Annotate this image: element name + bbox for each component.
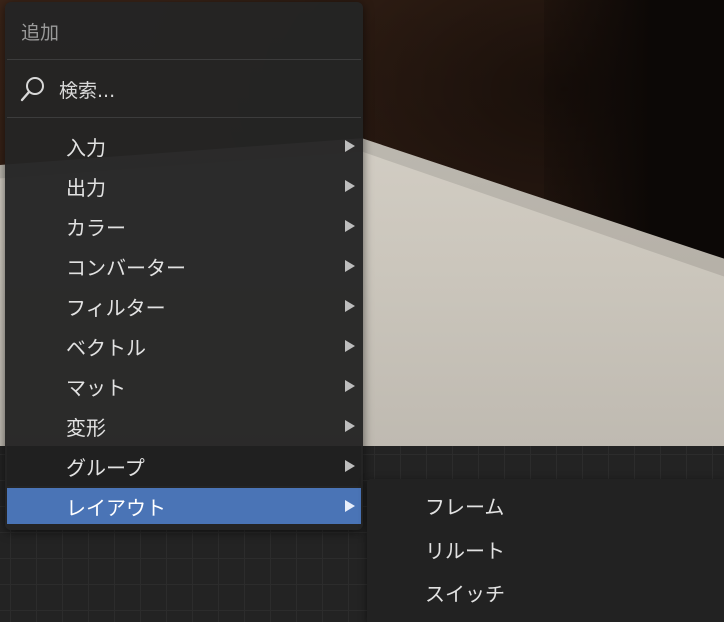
submenu-item-reroute[interactable]: リルート bbox=[425, 535, 505, 564]
menu-item-label: 入力 bbox=[66, 135, 106, 160]
menu-item-label: ベクトル bbox=[66, 335, 146, 360]
submenu-item-frame[interactable]: フレーム bbox=[425, 491, 504, 520]
chevron-right-icon bbox=[345, 180, 355, 192]
menu-item-layout[interactable]: レイアウト bbox=[7, 488, 361, 524]
menu-item-color[interactable]: カラー bbox=[7, 206, 361, 246]
chevron-right-icon bbox=[345, 460, 355, 472]
menu-item-label: レイアウト bbox=[66, 495, 166, 520]
menu-item-group[interactable]: グループ bbox=[7, 446, 361, 486]
chevron-right-icon bbox=[345, 420, 355, 432]
menu-item-distort[interactable]: 変形 bbox=[7, 406, 361, 446]
menu-item-matte[interactable]: マット bbox=[7, 366, 361, 406]
menu-item-converter[interactable]: コンバーター bbox=[7, 246, 361, 286]
menu-search[interactable]: 検索... bbox=[19, 74, 349, 104]
menu-item-label: コンバーター bbox=[66, 255, 186, 280]
menu-item-label: 変形 bbox=[66, 415, 106, 440]
chevron-right-icon bbox=[345, 300, 355, 312]
chevron-right-icon bbox=[345, 500, 355, 512]
menu-item-input[interactable]: 入力 bbox=[7, 126, 361, 166]
chevron-right-icon bbox=[345, 220, 355, 232]
menu-item-label: マット bbox=[66, 375, 126, 400]
menu-title: 追加 bbox=[21, 22, 60, 44]
chevron-right-icon bbox=[345, 340, 355, 352]
chevron-right-icon bbox=[345, 380, 355, 392]
chevron-right-icon bbox=[345, 260, 355, 272]
chevron-right-icon bbox=[345, 140, 355, 152]
menu-divider bbox=[7, 59, 361, 60]
menu-item-label: カラー bbox=[66, 215, 126, 240]
menu-item-output[interactable]: 出力 bbox=[7, 166, 361, 206]
search-label: 検索... bbox=[59, 79, 116, 102]
menu-divider bbox=[7, 117, 361, 118]
menu-items: 入力 出力 カラー コンバーター フィルター ベクトル マット 変形 グループ … bbox=[7, 126, 361, 524]
submenu-item-switch[interactable]: スイッチ bbox=[425, 578, 505, 607]
layout-submenu: フレーム リルート スイッチ bbox=[367, 479, 724, 622]
search-icon bbox=[20, 77, 44, 102]
menu-item-label: 出力 bbox=[66, 175, 106, 200]
menu-item-label: フィルター bbox=[66, 295, 166, 320]
menu-item-filter[interactable]: フィルター bbox=[7, 286, 361, 326]
add-menu: 追加 検索... 入力 出力 カラー コンバーター フィルター ベクトル マット… bbox=[5, 2, 363, 530]
menu-item-vector[interactable]: ベクトル bbox=[7, 326, 361, 366]
menu-item-label: グループ bbox=[66, 455, 145, 480]
